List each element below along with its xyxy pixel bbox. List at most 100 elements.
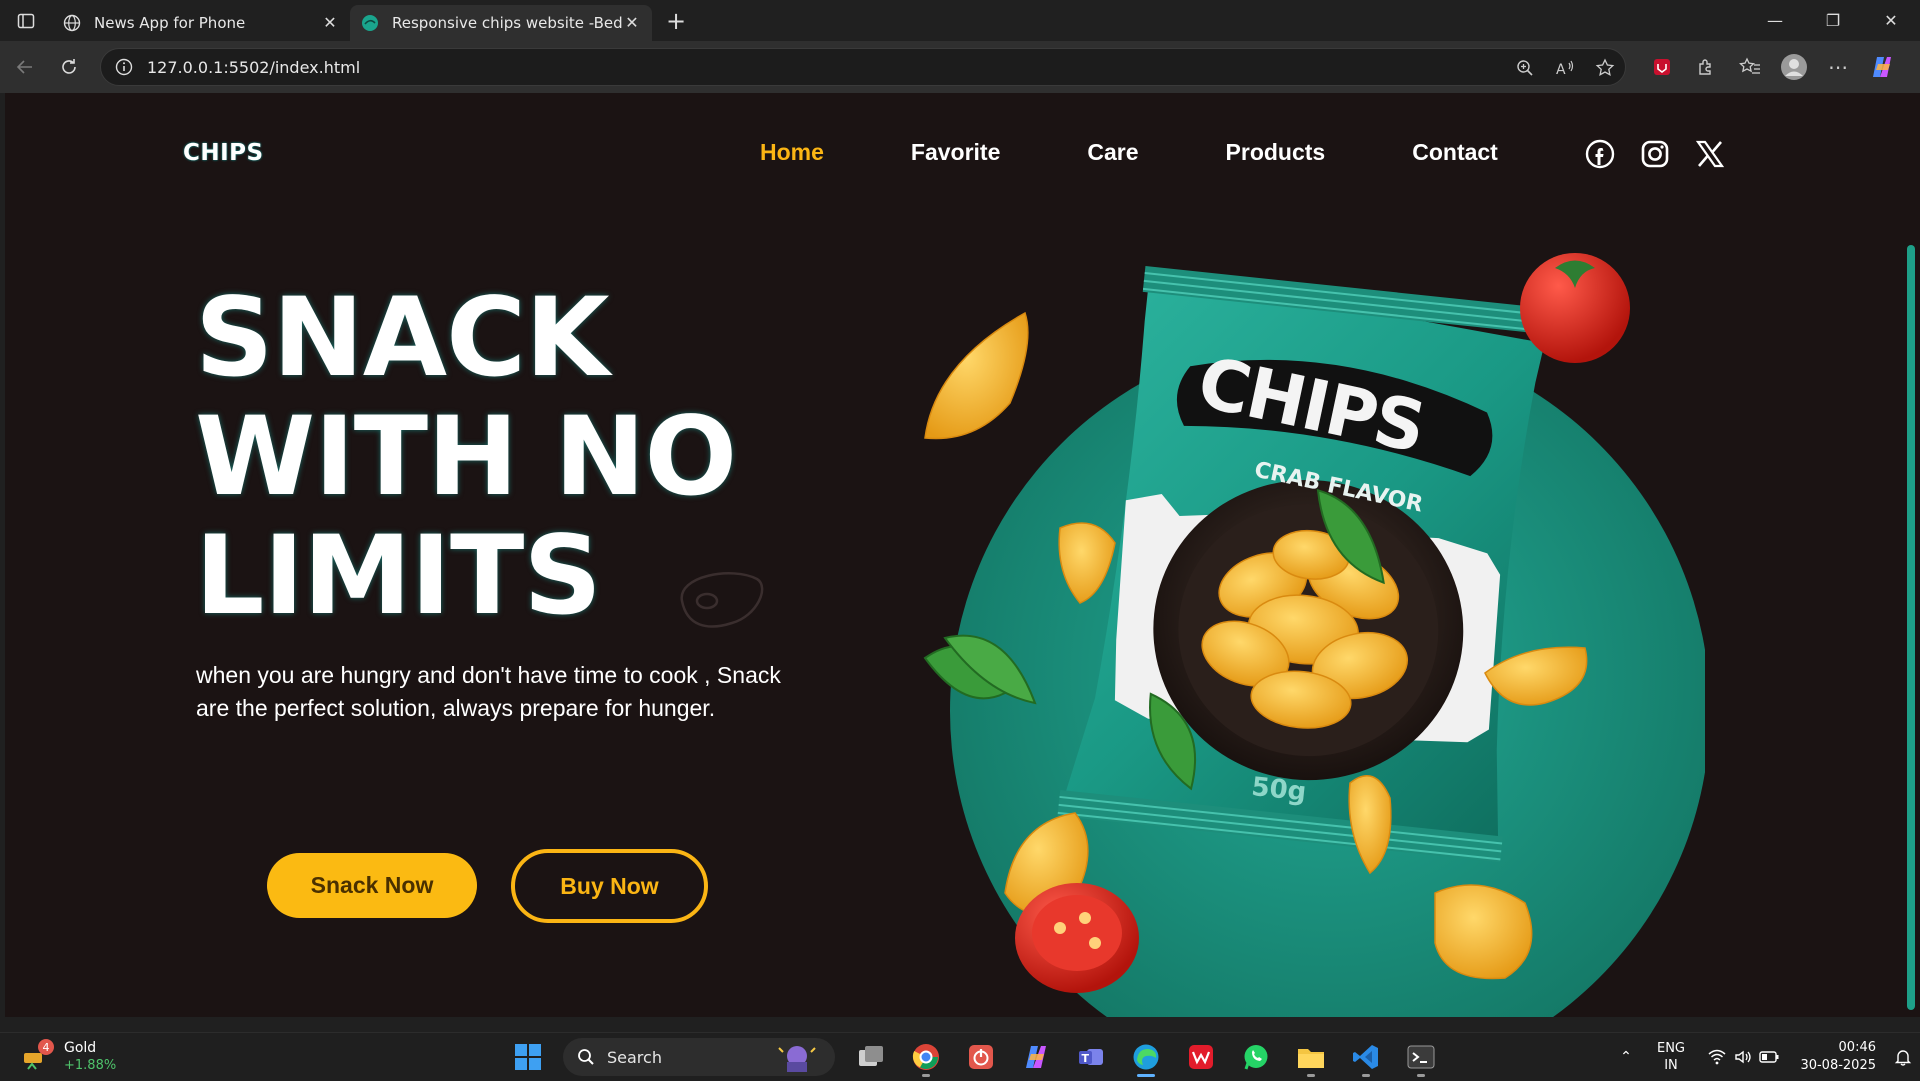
notification-badge: 4 [38,1039,54,1055]
address-text[interactable]: 127.0.0.1:5502/index.html [147,58,360,77]
copilot-icon[interactable] [1008,1037,1063,1077]
copilot-icon[interactable] [1860,49,1904,85]
nav-contact[interactable]: Contact [1412,139,1498,166]
windows-start-icon[interactable] [500,1037,555,1077]
back-button[interactable] [3,49,47,85]
page-scrollbar[interactable] [1902,93,1920,1017]
buy-now-button[interactable]: Buy Now [511,849,708,923]
browser-extensions: ⋯ [1640,49,1904,85]
running-indicator [1416,1074,1425,1077]
steak-decoration-icon [680,572,764,628]
address-bar[interactable]: 127.0.0.1:5502/index.html A [100,48,1626,86]
running-indicator [1361,1074,1370,1077]
hero-title-line: WITH NO [195,393,737,520]
running-indicator [921,1074,930,1077]
chrome-icon[interactable] [898,1037,953,1077]
new-tab-button[interactable]: + [656,3,696,39]
restore-icon[interactable]: ❐ [1804,0,1862,41]
running-indicator [1306,1074,1315,1077]
social-links [1582,136,1747,172]
globe-icon [62,13,82,33]
language-region: IN [1664,1058,1678,1073]
edge-icon[interactable] [1118,1037,1173,1077]
windows-taskbar: 4 Gold +1.88% Search T ⌃ ENG IN 00:46 30… [0,1032,1920,1080]
favorites-icon[interactable] [1728,49,1772,85]
close-window-icon[interactable]: ✕ [1862,0,1920,41]
browser-tab[interactable]: News App for Phone ✕ [52,5,350,41]
site-info-icon[interactable] [113,56,135,78]
profile-avatar-icon[interactable] [1772,49,1816,85]
hero-description: when you are hungry and don't have time … [196,662,781,721]
vscode-icon[interactable] [1338,1037,1393,1077]
more-options-icon[interactable]: ⋯ [1816,49,1860,85]
reload-button[interactable] [47,49,91,85]
notifications-bell-icon[interactable] [1886,1048,1920,1066]
terminal-icon[interactable] [1393,1037,1448,1077]
tab-actions-button[interactable] [0,0,52,41]
hero-title-line: SNACK [195,274,610,401]
close-tab-icon[interactable]: ✕ [622,13,642,32]
reload-icon [62,59,76,74]
main-nav: Home Favorite Care Products Contact [760,139,1585,166]
nav-care[interactable]: Care [1087,139,1138,166]
language-indicator[interactable]: ENG IN [1646,1040,1696,1074]
widget-change: +1.88% [64,1058,117,1073]
scrollbar-thumb[interactable] [1907,245,1915,1010]
facebook-icon[interactable] [1582,136,1618,172]
site-logo[interactable]: CHIPS [183,140,264,166]
chips-bag-illustration: CHIPS CRAB FLAVOR 50g [923,253,1705,1017]
nav-favorite[interactable]: Favorite [911,139,1000,166]
widget-title: Gold [64,1040,97,1056]
browser-tab-active[interactable]: Responsive chips website -Bedimcode ✕ [350,4,652,41]
tab-title: News App for Phone [94,13,246,32]
browser-toolbar: 127.0.0.1:5502/index.html A ⋯ [0,41,1920,93]
browser-tab-strip: News App for Phone ✕ Responsive chips we… [0,0,1920,41]
clock-date: 30-08-2025 [1800,1058,1876,1073]
clock[interactable]: 00:46 30-08-2025 [1790,1039,1886,1075]
close-tab-icon[interactable]: ✕ [320,13,340,32]
zoom-icon[interactable] [1505,59,1545,77]
battery-icon [1756,1050,1782,1064]
favorite-star-icon[interactable] [1585,58,1625,78]
svg-text:T: T [1081,1052,1089,1065]
file-explorer-icon[interactable] [1283,1037,1338,1077]
snack-now-button[interactable]: Snack Now [267,853,477,918]
page-viewport: CHIPS Home Favorite Care Products Contac… [5,93,1902,1017]
minimize-icon[interactable]: — [1746,0,1804,41]
nav-products[interactable]: Products [1226,139,1326,166]
extensions-puzzle-icon[interactable] [1684,49,1728,85]
search-placeholder: Search [607,1047,662,1067]
task-view-icon[interactable] [843,1037,898,1077]
wps-office-icon[interactable] [1173,1037,1228,1077]
read-aloud-icon[interactable]: A [1545,59,1585,77]
quick-settings[interactable] [1696,1049,1790,1065]
x-twitter-icon[interactable] [1692,136,1728,172]
chips-bag: CHIPS CRAB FLAVOR 50g [1057,266,1554,863]
back-arrow-icon [16,60,32,74]
bag-weight-text: 50g [1250,772,1308,808]
taskbar-search[interactable]: Search [563,1038,835,1076]
widget-text: Gold +1.88% [64,1039,116,1075]
extension-red-icon[interactable] [1640,49,1684,85]
whatsapp-icon[interactable] [1228,1037,1283,1077]
svg-text:A: A [1556,62,1566,77]
window-controls: — ❐ ✕ [1746,0,1920,41]
nav-home[interactable]: Home [760,139,824,166]
wifi-icon [1704,1049,1730,1065]
show-hidden-icons-chevron-icon[interactable]: ⌃ [1606,1049,1646,1065]
teams-icon[interactable]: T [1063,1037,1118,1077]
widgets-button[interactable]: 4 Gold +1.88% [22,1039,116,1075]
site-favicon [360,13,380,33]
language-code: ENG [1656,1041,1685,1056]
address-bar-actions: A [1505,49,1625,87]
clock-time: 00:46 [1838,1040,1876,1055]
running-indicator [1136,1074,1155,1077]
power-app-icon[interactable] [953,1037,1008,1077]
search-icon [578,1049,594,1065]
volume-icon [1730,1049,1756,1065]
gold-widget-icon: 4 [22,1039,54,1071]
tab-actions-icon [17,13,35,28]
system-tray: ⌃ ENG IN 00:46 30-08-2025 [1606,1033,1920,1081]
instagram-icon[interactable] [1637,136,1673,172]
search-highlight-icon [773,1042,821,1076]
